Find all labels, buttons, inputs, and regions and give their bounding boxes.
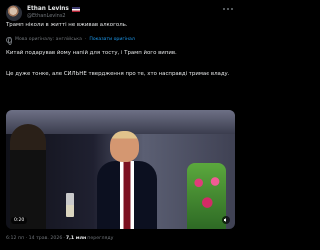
us-flag-icon (71, 6, 80, 12)
view-count: 7,1 млн (65, 236, 87, 241)
mute-icon[interactable] (222, 216, 230, 224)
show-original-link[interactable]: Показати оригінал (89, 37, 134, 42)
video-person-left (10, 124, 46, 229)
translation-language: Мова оригіналу: англійська (15, 37, 82, 42)
globe-icon (6, 36, 13, 45)
tweet-meta: 6:12 пп · 14 трав. 2026 · 7,1 млн перегл… (6, 236, 113, 244)
tweet-paragraph-2: Китай подарував йому напій для тосту, і … (6, 50, 177, 56)
translation-note: Мова оригіналу: англійська · Показати ор… (6, 36, 135, 45)
author-name[interactable]: Ethan Levins (27, 6, 69, 13)
view-count-label: перегляду (87, 236, 114, 241)
avatar[interactable] (6, 5, 22, 21)
tweet: Ethan Levins @EthanLevins2 Трамп ніколи … (0, 0, 241, 250)
video-player[interactable]: 0:20 (6, 110, 235, 229)
author-names: Ethan Levins @EthanLevins2 (27, 6, 80, 20)
author-handle[interactable]: @EthanLevins2 (27, 14, 80, 19)
tweet-paragraph-1: Трамп ніколи в житті не вживав алкоголь. (6, 22, 128, 28)
tweet-timestamp[interactable]: 6:12 пп · 14 трав. 2026 (6, 236, 62, 244)
tweet-paragraph-3: Це дуже тонке, але СИЛЬНЕ твердження про… (6, 71, 230, 77)
author-header: Ethan Levins @EthanLevins2 (6, 5, 80, 21)
video-time-badge: 0:20 (11, 217, 28, 224)
more-horizontal-icon[interactable] (223, 8, 233, 11)
video-glass (66, 193, 74, 217)
video-flowers (187, 163, 226, 229)
author-name-row: Ethan Levins (27, 6, 80, 13)
video-person-center-body (97, 161, 157, 229)
video-person-center-head (110, 131, 139, 162)
